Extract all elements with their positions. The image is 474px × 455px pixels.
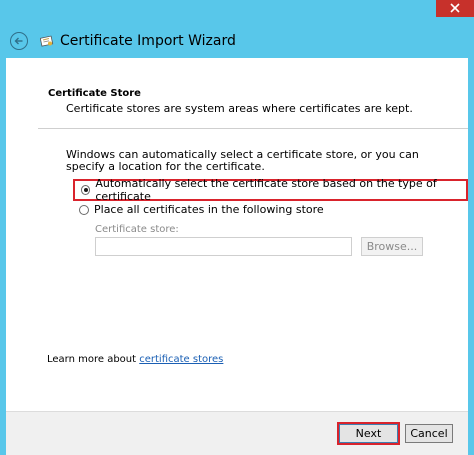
divider xyxy=(38,128,468,129)
auto-select-radio[interactable] xyxy=(81,185,91,195)
certificate-store-label: Certificate store: xyxy=(95,224,179,235)
manual-store-label: Place all certificates in the following … xyxy=(94,203,324,216)
wizard-header: Certificate Import Wizard xyxy=(6,24,468,58)
manual-store-radio[interactable] xyxy=(79,204,89,215)
close-button[interactable] xyxy=(436,0,474,17)
certificate-icon xyxy=(40,35,54,47)
back-button[interactable] xyxy=(10,32,28,50)
back-arrow-icon xyxy=(14,37,23,45)
auto-select-label: Automatically select the certificate sto… xyxy=(95,177,437,203)
intro-text: Windows can automatically select a certi… xyxy=(66,148,419,173)
learn-more-prefix: Learn more about xyxy=(47,354,137,365)
certificate-store-input[interactable] xyxy=(95,237,352,256)
browse-button[interactable]: Browse... xyxy=(361,237,423,256)
auto-select-option[interactable]: Automatically select the certificate sto… xyxy=(73,177,468,203)
wizard-title: Certificate Import Wizard xyxy=(60,33,236,49)
section-description: Certificate stores are system areas wher… xyxy=(66,102,413,115)
cancel-button[interactable]: Cancel xyxy=(405,424,453,443)
wizard-window: Certificate Import Wizard Certificate St… xyxy=(0,0,474,455)
wizard-content: Certificate Store Certificate stores are… xyxy=(6,58,468,411)
learn-more: Learn more about certificate stores xyxy=(47,354,223,365)
wizard-footer: Next Cancel xyxy=(6,411,468,455)
close-icon xyxy=(450,3,460,13)
next-button[interactable]: Next xyxy=(337,422,400,445)
radio-selected-dot xyxy=(83,188,88,192)
section-title: Certificate Store xyxy=(48,88,141,99)
certificate-stores-link[interactable]: certificate stores xyxy=(139,354,223,365)
manual-store-option[interactable]: Place all certificates in the following … xyxy=(79,203,324,216)
